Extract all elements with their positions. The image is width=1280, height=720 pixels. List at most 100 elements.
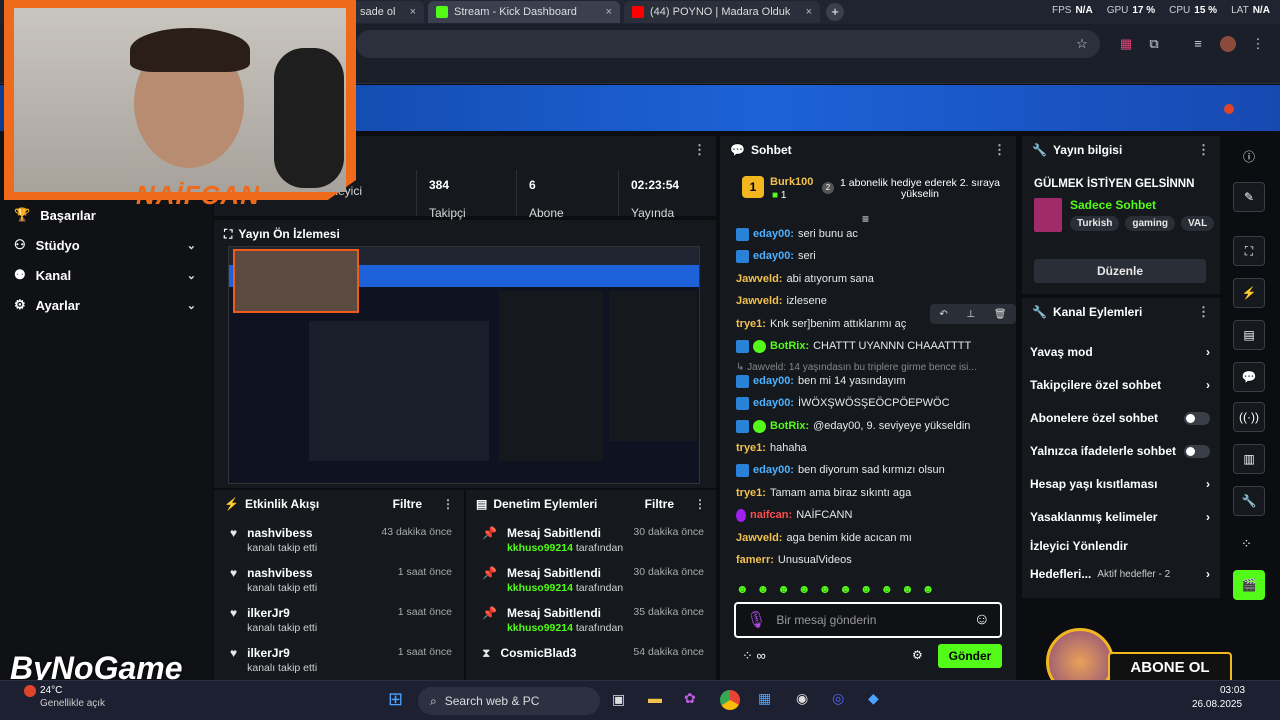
chat-username[interactable]: eday00: [753,373,794,389]
profile-avatar[interactable] [1220,36,1236,52]
puzzle-icon[interactable]: ⧉ [1146,36,1162,52]
chat-message[interactable]: eday00: ben diyorum sad kırmızı olsun [736,462,945,478]
emote-icon[interactable]: ☻ [880,582,893,598]
browser-tab-youtube[interactable]: (44) POYNO | Madara Olduk #5 × [624,1,820,23]
more-vertical-icon[interactable]: ⋮ [993,142,1006,158]
close-icon[interactable]: × [606,6,612,18]
chat-message[interactable]: Jawveld: izlesene [736,293,827,309]
channel-action-item[interactable]: Yalnızca ifadelerle sohbet [1030,441,1210,461]
camera-icon[interactable]: ⛶ [1233,236,1265,266]
reply-icon[interactable]: ↶ [939,309,947,320]
chat-username[interactable]: famerr: [736,552,774,568]
emote-icon[interactable]: ☻ [839,582,852,598]
chat-message[interactable]: trye1: hahaha [736,440,807,456]
emote-icon[interactable]: ☻ [757,582,770,598]
gear-icon[interactable]: ⚙ [912,648,923,662]
channel-action-item[interactable]: Hedefleri... Aktif hedefler - 2 › [1030,564,1210,584]
chat-message[interactable]: eday00: seri [736,248,816,264]
toggle-switch[interactable] [1184,411,1210,425]
chat-username[interactable]: trye1: [736,485,766,501]
new-tab-button[interactable]: + [826,3,844,21]
clock-time[interactable]: 03:03 [1220,685,1245,696]
chat-username[interactable]: BotRix: [770,338,809,354]
chat-username[interactable]: Jawveld: [736,530,782,546]
more-vertical-icon[interactable]: ⋮ [1197,142,1210,158]
more-vertical-icon[interactable]: ⋮ [442,497,454,511]
chat-message[interactable]: famerr: UnusualVideos [736,552,852,568]
chat-username[interactable]: trye1: [736,440,766,456]
emote-icon[interactable]: ☻ [922,582,935,598]
info-icon[interactable]: ⓘ [1243,148,1255,165]
wrench-icon[interactable]: 🔧 [1233,486,1265,516]
chat-input[interactable]: 🎙 Bir mesaj gönderin ☺ [734,602,1002,638]
windows-start-icon[interactable]: ⊞ [388,689,403,710]
channel-action-item[interactable]: Yasaklanmış kelimeler › [1030,507,1210,527]
emoji-icon[interactable]: ☺ [974,611,990,629]
emote-set-icon[interactable]: ⁘ [1241,536,1252,552]
chat-settings-icon[interactable]: ⁘ ∞ [742,648,766,664]
filter-button[interactable]: Filtre [393,497,422,511]
chat-username[interactable]: BotRix: [770,418,809,434]
copilot-icon[interactable]: ✿ [684,690,696,707]
more-vertical-icon[interactable]: ⋮ [1250,36,1266,52]
chat-message[interactable]: eday00: ben mi 14 yasındayım [736,373,906,389]
channel-action-item[interactable]: Abonelere özel sohbet [1030,408,1210,428]
emote-icon[interactable]: ☻ [860,582,873,598]
channel-action-item[interactable]: Yavaş mod › [1030,342,1210,362]
more-vertical-icon[interactable]: ⋮ [1197,304,1210,320]
emote-icon[interactable]: ☻ [736,582,749,598]
chat-username[interactable]: eday00: [753,395,794,411]
microphone-icon[interactable]: 🎙 [746,610,766,630]
send-button[interactable]: Gönder [938,644,1002,668]
sidebar-item-studio[interactable]: ⚇ Stüdyo ⌄ [14,237,196,253]
discord-icon[interactable]: ◎ [832,690,844,707]
more-vertical-icon[interactable]: ⋮ [693,142,706,158]
menu-list-icon[interactable]: ≡ [1190,36,1206,52]
sidebar-item-settings[interactable]: ⚙ Ayarlar ⌄ [14,297,196,313]
emote-icon[interactable]: ☻ [901,582,914,598]
channel-action-item[interactable]: İzleyici Yönlendir [1030,536,1210,556]
broadcast-icon[interactable]: ((·)) [1233,402,1265,432]
lightning-icon[interactable]: ⚡ [1233,278,1265,308]
clock-date[interactable]: 26.08.2025 [1192,699,1242,710]
url-field[interactable] [356,30,1100,58]
chat-username[interactable]: naifcan: [750,507,792,523]
pen-icon[interactable]: ✎ [1233,182,1265,212]
chat-username[interactable]: eday00: [753,226,794,242]
channel-action-item[interactable]: Takipçilere özel sohbet › [1030,375,1210,395]
edit-button[interactable]: Düzenle [1034,259,1206,283]
store-icon[interactable]: ▦ [758,690,771,707]
task-view-icon[interactable]: ▣ [612,691,625,708]
toggle-switch[interactable] [1184,444,1210,458]
notification-icon[interactable] [1224,104,1234,114]
taskbar-search[interactable]: ⌕ Search web & PC [418,687,600,715]
channel-action-item[interactable]: Hesap yaşı kısıtlaması › [1030,474,1210,494]
clip-icon[interactable]: 🎬 [1233,570,1265,600]
top-gifter-name[interactable]: Burk100 [770,176,813,188]
chat-message[interactable]: trye1: Tamam ama biraz sıkıntı aga [736,485,911,501]
chat-username[interactable]: eday00: [753,462,794,478]
chrome-icon[interactable] [720,690,740,710]
emote-icon[interactable]: ☻ [798,582,811,598]
chat-message[interactable]: trye1: Knk ser]benim attıklarımı aç [736,316,906,332]
obs-icon[interactable]: ◉ [796,690,808,707]
notes-icon[interactable]: ▤ [1233,320,1265,350]
collapse-icon[interactable]: ≡ [862,212,869,226]
chat-icon[interactable]: 💬 [1233,362,1265,392]
stream-preview-video[interactable] [228,246,700,484]
browser-tab-kick[interactable]: Stream - Kick Dashboard × [428,1,620,23]
chat-message[interactable]: eday00: İWÖXŞWÖSŞEÖCPÖEPWÖC [736,395,950,411]
chat-username[interactable]: Jawveld: [736,271,782,287]
sidebar-item-channel[interactable]: ⚉ Kanal ⌄ [14,267,196,283]
stream-category[interactable]: Sadece Sohbet [1070,198,1156,212]
pin-icon[interactable]: ⊥ [966,309,975,320]
chat-message[interactable]: Jawveld: aga benim kide acıcan mı [736,530,912,546]
trash-icon[interactable]: 🗑 [994,309,1007,320]
chat-message[interactable]: BotRix: @eday00, 9. seviyeye yükseldin [736,418,970,434]
chat-message[interactable]: eday00: seri bunu ac [736,226,858,242]
close-icon[interactable]: × [806,6,812,18]
chat-message[interactable]: BotRix: CHATTT UYANNN CHAAATTTT [736,338,971,354]
star-icon[interactable]: ☆ [1074,36,1090,52]
more-vertical-icon[interactable]: ⋮ [694,497,706,511]
chat-username[interactable]: eday00: [753,248,794,264]
